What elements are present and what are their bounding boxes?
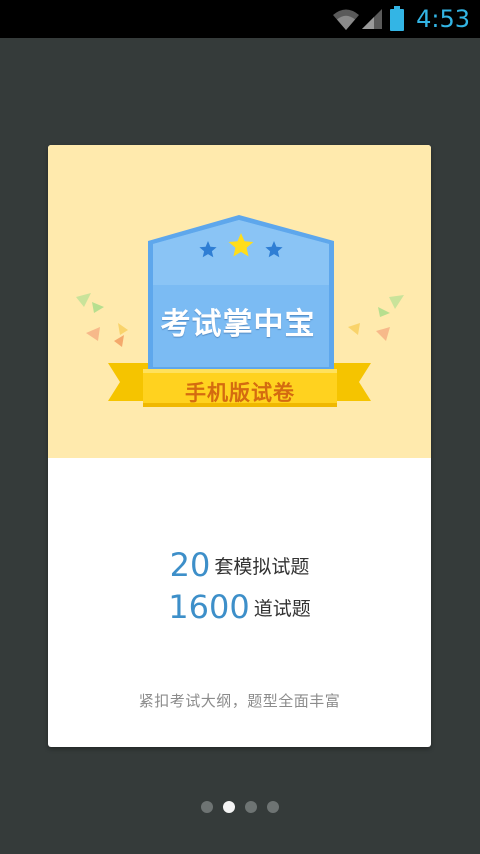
page-dot[interactable] [201,801,213,813]
stat-label: 道试题 [253,597,311,620]
wifi-icon [333,9,359,30]
card-illustration-area: 考试掌中宝 手机版试卷 [48,145,431,458]
stat-number: 20 [169,546,211,584]
page-dot[interactable] [245,801,257,813]
page-dot[interactable] [223,801,235,813]
stat-questions: 1600 道试题 [48,588,431,626]
status-bar: 4:53 [0,0,480,38]
stat-number: 1600 [168,588,250,626]
stat-mock-exams: 20 套模拟试题 [48,546,431,584]
right-confetti-icon [348,295,404,341]
page-indicator [0,799,480,815]
card-subtitle: 紧扣考试大纲，题型全面丰富 [138,692,341,710]
page-dot[interactable] [267,801,279,813]
battery-icon [390,6,404,31]
left-confetti-icon [76,293,128,347]
ribbon-label: 手机版试卷 [185,381,295,405]
app-name-title: 考试掌中宝 [160,307,316,342]
stat-label: 套模拟试题 [214,555,310,578]
clock-time: 4:53 [416,5,470,33]
onboarding-card: 考试掌中宝 手机版试卷 20 套模拟试题 1600 道试题 紧扣考试大纲，题型全面丰… [48,145,431,747]
cell-signal-icon [362,9,382,29]
